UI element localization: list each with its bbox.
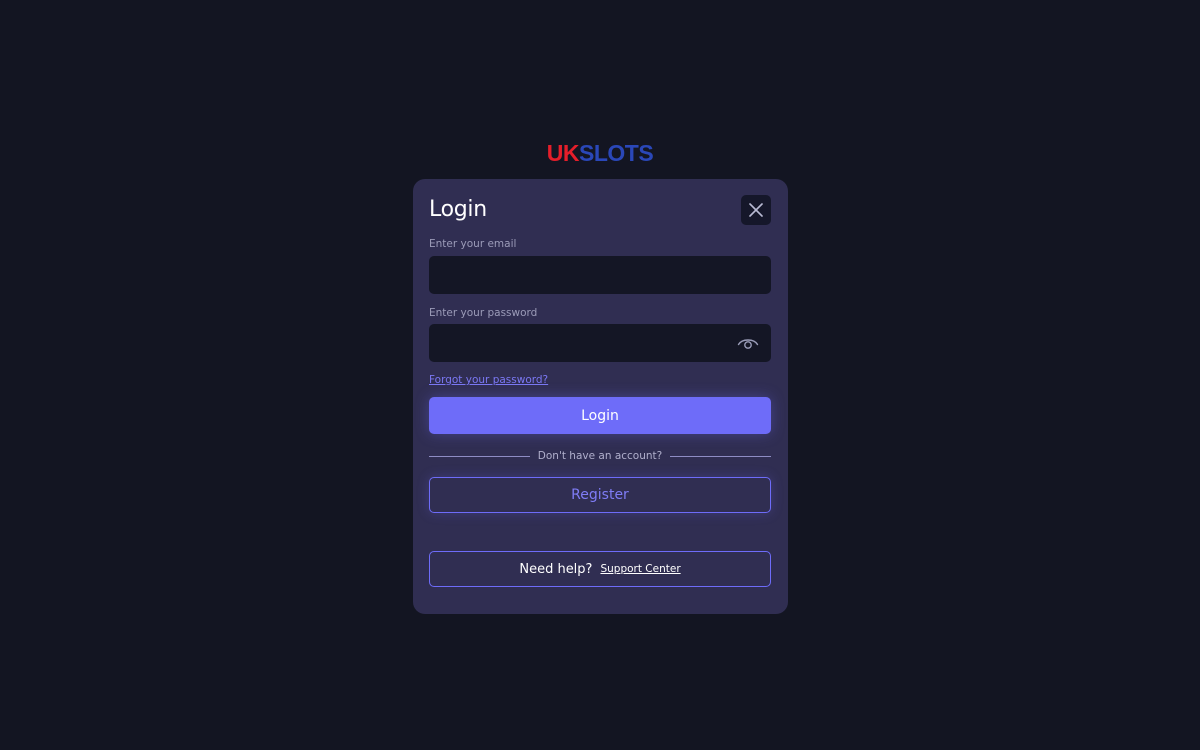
forgot-password-link[interactable]: Forgot your password?: [429, 373, 548, 387]
logo-slots: SLOTS: [579, 140, 654, 166]
brand-logo[interactable]: UKSLOTS: [0, 139, 1200, 167]
close-button[interactable]: [741, 195, 771, 225]
page: UKSLOTS Login Enter your email Enter you…: [0, 0, 1200, 750]
login-modal: Login Enter your email Enter your passwo…: [413, 179, 788, 614]
account-divider: Don't have an account?: [429, 448, 771, 464]
close-icon: [749, 203, 763, 217]
support-center-link[interactable]: Support Center: [600, 563, 680, 575]
email-label: Enter your email: [429, 238, 517, 250]
divider-line-left: [429, 455, 530, 457]
help-text: Need help?: [519, 561, 593, 577]
logo-uk: UK: [546, 140, 580, 166]
divider-text: Don't have an account?: [537, 450, 663, 462]
show-password-toggle[interactable]: [737, 336, 759, 352]
modal-title: Login: [429, 197, 487, 222]
password-label: Enter your password: [429, 307, 538, 319]
help-box: Need help? Support Center: [429, 551, 771, 587]
divider-line-right: [670, 455, 771, 457]
eye-icon: [737, 339, 759, 349]
password-input[interactable]: [429, 324, 771, 362]
register-button[interactable]: Register: [429, 477, 771, 513]
login-button[interactable]: Login: [429, 397, 771, 434]
email-input[interactable]: [429, 256, 771, 294]
